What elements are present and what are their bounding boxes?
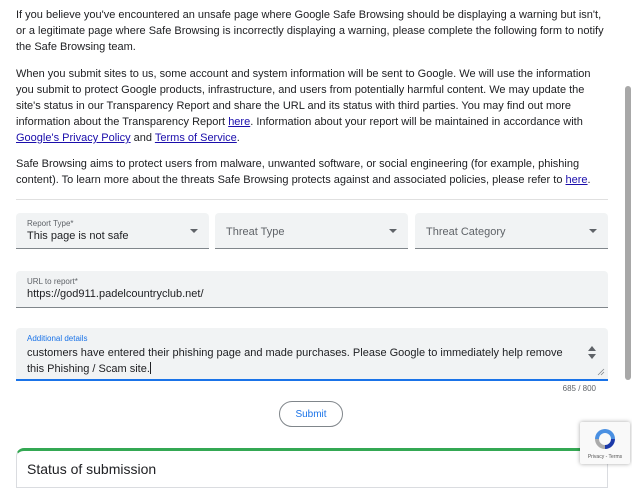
details-label: Additional details <box>27 334 88 343</box>
chevron-down-icon <box>389 229 397 233</box>
status-title: Status of submission <box>27 461 157 477</box>
threats-text-b: . <box>587 174 591 186</box>
recaptcha-icon <box>595 429 615 449</box>
report-type-value: This page is not safe <box>27 230 129 242</box>
url-label: URL to report* <box>27 277 78 286</box>
scrollbar[interactable] <box>624 0 632 472</box>
recaptcha-links[interactable]: Privacy - Terms <box>580 454 630 460</box>
threat-category-select[interactable]: Threat Category <box>415 213 608 249</box>
threats-text-a: Safe Browsing aims to protect users from… <box>16 158 580 186</box>
details-value: customers have entered their phishing pa… <box>27 347 563 375</box>
url-value: https://god911.padelcountryclub.net/ <box>27 288 204 300</box>
privacy-text-c: and <box>130 132 155 144</box>
threats-policies-link[interactable]: here <box>566 174 588 186</box>
url-field[interactable]: URL to report* https://god911.padelcount… <box>16 271 608 308</box>
threat-type-select[interactable]: Threat Type <box>215 213 408 249</box>
status-card: Status of submission <box>16 448 608 488</box>
terms-of-service-link[interactable]: Terms of Service <box>155 132 237 144</box>
threat-category-placeholder: Threat Category <box>426 226 506 238</box>
privacy-paragraph: When you submit sites to us, some accoun… <box>16 66 608 146</box>
character-counter: 685 / 800 <box>562 384 596 393</box>
scroll-arrows-icon[interactable] <box>588 346 596 360</box>
privacy-text-b: . Information about your report will be … <box>250 116 583 128</box>
divider <box>16 199 608 200</box>
details-textarea[interactable]: Additional details customers have entere… <box>16 328 608 381</box>
scrollbar-thumb[interactable] <box>625 86 631 380</box>
resize-grip-icon[interactable] <box>597 368 605 376</box>
chevron-down-icon <box>190 229 198 233</box>
threat-type-placeholder: Threat Type <box>226 226 285 238</box>
transparency-report-link[interactable]: here <box>228 116 250 128</box>
intro-paragraph: If you believe you've encountered an uns… <box>16 9 604 53</box>
chevron-down-icon <box>589 229 597 233</box>
submit-button[interactable]: Submit <box>279 401 343 427</box>
recaptcha-badge[interactable]: Privacy - Terms <box>580 422 630 464</box>
threats-paragraph: Safe Browsing aims to protect users from… <box>16 156 608 188</box>
text-cursor <box>149 362 151 374</box>
details-value-wrap: customers have entered their phishing pa… <box>27 345 582 377</box>
privacy-policy-link[interactable]: Google's Privacy Policy <box>16 132 131 144</box>
report-type-select[interactable]: Report Type* This page is not safe <box>16 213 209 249</box>
report-type-label: Report Type* <box>27 219 74 228</box>
privacy-text-d: . <box>236 132 240 144</box>
